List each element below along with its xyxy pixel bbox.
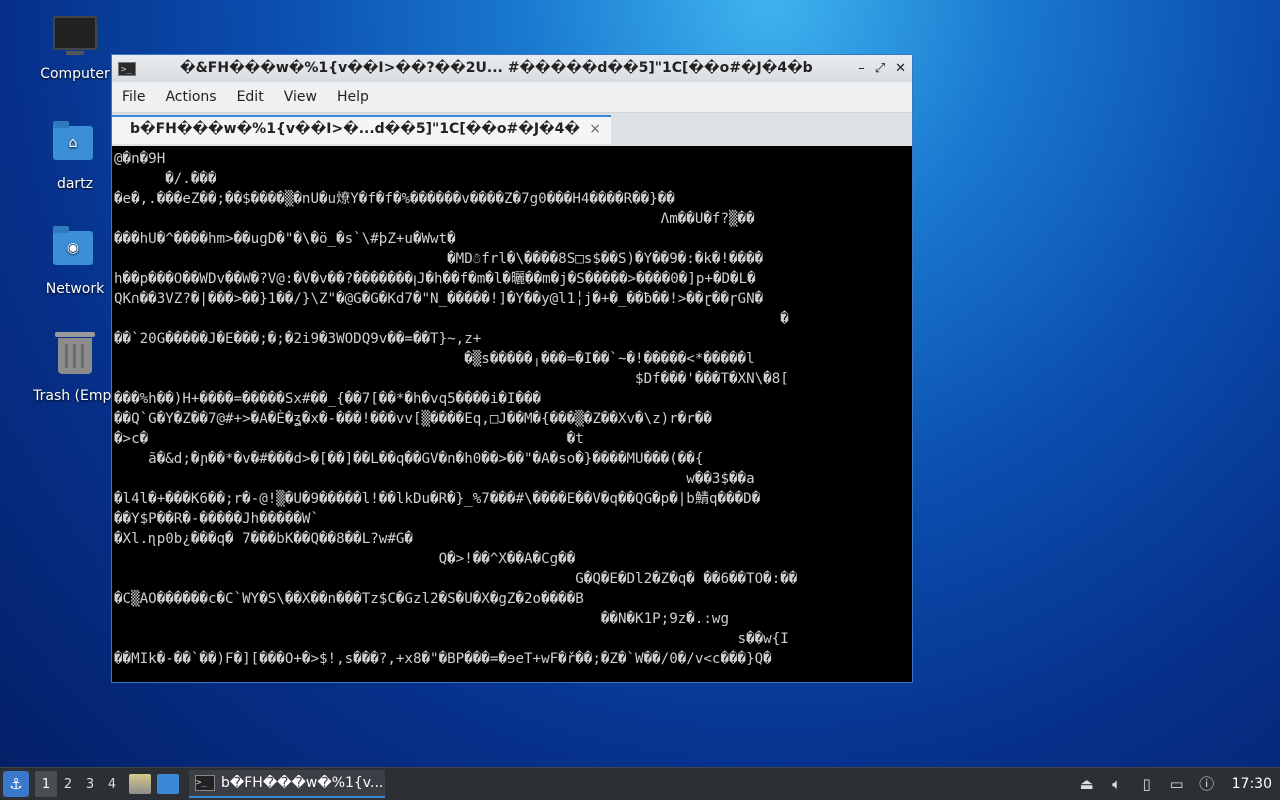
terminal-line: �MD☃frl�\����8S□s$��S)�Y��9�:�k�!���� xyxy=(114,251,764,267)
terminal-line: ��Y$P��R�-�����Jh�����W` xyxy=(114,511,319,527)
terminal-icon: >_ xyxy=(195,775,215,791)
tab-close-icon[interactable]: × xyxy=(589,121,601,137)
terminal-line: ���%h��)H+����=�����Sx#��_{��7[��*�h�vq5… xyxy=(114,391,542,407)
file-manager-icon[interactable] xyxy=(129,774,151,794)
window-titlebar[interactable]: >_ �&FH���w�%1{v��I>��?��2U... #�����d��… xyxy=(112,55,912,82)
terminal-line: � xyxy=(114,311,789,327)
terminal-line: Q�>!��^X��A�Cg�� xyxy=(114,551,576,567)
workspace-3[interactable]: 3 xyxy=(79,771,101,797)
terminal-line: ��`20G�����J�E���;�;�2i9�3WODQ9v��=��T}~… xyxy=(114,331,482,347)
terminal-icon: >_ xyxy=(118,61,136,76)
menu-view[interactable]: View xyxy=(274,89,327,105)
tray-expand-icon[interactable]: ⏏ xyxy=(1078,775,1096,793)
terminal-line: �Xl.ɳp0b¿���q� 7���bK��Q��8��L?w#G� xyxy=(114,531,413,547)
terminal-line: �C▒AO������c�C`WY�S\��X��n���Tz$C�Gzl2�S… xyxy=(114,591,584,607)
minimize-button[interactable]: – xyxy=(858,61,865,76)
home-folder-icon: ⌂ xyxy=(53,121,97,170)
volume-icon[interactable]: 🔈︎ xyxy=(1108,775,1126,793)
app-menu-button[interactable]: ⚓ xyxy=(3,771,29,797)
window-title: �&FH���w�%1{v��I>��?��2U... #�����d��5]"… xyxy=(180,60,813,76)
terminal-line: $Df���'���T�XN\�8[ xyxy=(114,371,789,387)
taskbar: ⚓ 1 2 3 4 >_ b�FH���w�%1{v... ⏏ 🔈︎ ▯ ▭ ⓘ… xyxy=(0,767,1280,800)
terminal-line: @�n�9H xyxy=(114,151,166,167)
terminal-line: �e�,.���eZ��;��$����▒�nU�u燎Y�f�f�%������… xyxy=(114,191,675,207)
terminal-line: ã�&d;�ɲ��*�v�#���d>�[��]��L��q��GV�n�h0�… xyxy=(114,451,704,467)
terminal-line: s��w{I xyxy=(114,631,789,647)
tab-label: b�FH���w�%1{v��I>�...d��5]"1C[��o#�J�4� xyxy=(130,121,580,137)
network-folder-icon: ◉ xyxy=(53,226,97,275)
menu-edit[interactable]: Edit xyxy=(227,89,274,105)
terminal-line: ��N�K1P;9z�.:wg xyxy=(114,611,729,627)
terminal-line: QK∩��3VZ?�|���>��}1��/}\Z"�@G�G�Kd7�"N_�… xyxy=(114,291,764,307)
menu-bar: File Actions Edit View Help xyxy=(112,82,912,113)
terminal-line: �>c� �t xyxy=(114,431,584,447)
notification-icon[interactable]: ⓘ xyxy=(1198,775,1216,793)
terminal-line: ��Q`G�Y�Z��7@#+>�A�È�ʓ�x�-���!���vv[▒���… xyxy=(114,411,712,427)
terminal-line: Λm��U�f?▒�� xyxy=(114,211,755,227)
trash-icon xyxy=(53,332,97,382)
clock[interactable]: 17:30 xyxy=(1232,776,1272,792)
terminal-line: ��MIk�-��`��)F�][���O+�>$!,s���?,+x8�"�B… xyxy=(114,651,772,667)
menu-file[interactable]: File xyxy=(112,89,155,105)
workspace-4[interactable]: 4 xyxy=(101,771,123,797)
maximize-button[interactable]: ⤢ xyxy=(875,61,885,76)
computer-icon xyxy=(53,16,97,60)
terminal-line: �/.��� xyxy=(114,171,217,187)
terminal-window: >_ �&FH���w�%1{v��I>��?��2U... #�����d��… xyxy=(111,54,913,683)
menu-actions[interactable]: Actions xyxy=(155,89,226,105)
terminal-output[interactable]: @�n�9H �/.��� �e�,.���eZ��;��$����▒�nU�u燎… xyxy=(114,149,910,680)
terminal-line: h��p���O��WDv��W�?V@:�V�v��?�������ꞁJ�h�… xyxy=(114,271,756,287)
tab-bar: b�FH���w�%1{v��I>�...d��5]"1C[��o#�J�4� … xyxy=(112,113,912,146)
terminal-line: G�Q�E�Dl2�Z�q� ��6��TO�:�� xyxy=(114,571,798,587)
workspace-2[interactable]: 2 xyxy=(57,771,79,797)
menu-help[interactable]: Help xyxy=(327,89,379,105)
terminal-tab[interactable]: b�FH���w�%1{v��I>�...d��5]"1C[��o#�J�4� … xyxy=(112,115,611,144)
clipboard-icon[interactable]: ▯ xyxy=(1138,775,1156,793)
network-icon[interactable]: ▭ xyxy=(1168,775,1186,793)
system-tray: ⏏ 🔈︎ ▯ ▭ ⓘ 17:30 xyxy=(1078,768,1280,800)
terminal-line: ���hU�^����hm>��ugD�"�\�ö_�s`\#þZ+u�Wwt� xyxy=(114,231,456,247)
terminal-line: �l4l�+���K6��;r�-@!▒�U�9�����l!��lkDu�R�… xyxy=(114,491,761,507)
terminal-line: w��3$��a xyxy=(114,471,755,487)
task-label: b�FH���w�%1{v... xyxy=(221,775,384,791)
close-button[interactable]: ✕ xyxy=(895,61,906,76)
taskbar-terminal-task[interactable]: >_ b�FH���w�%1{v... xyxy=(189,770,385,798)
terminal-line: �▒s�����╷���=�I��`~�!�����<*�����l xyxy=(114,351,755,367)
show-desktop-icon[interactable] xyxy=(157,774,179,794)
workspace-1[interactable]: 1 xyxy=(35,771,57,797)
